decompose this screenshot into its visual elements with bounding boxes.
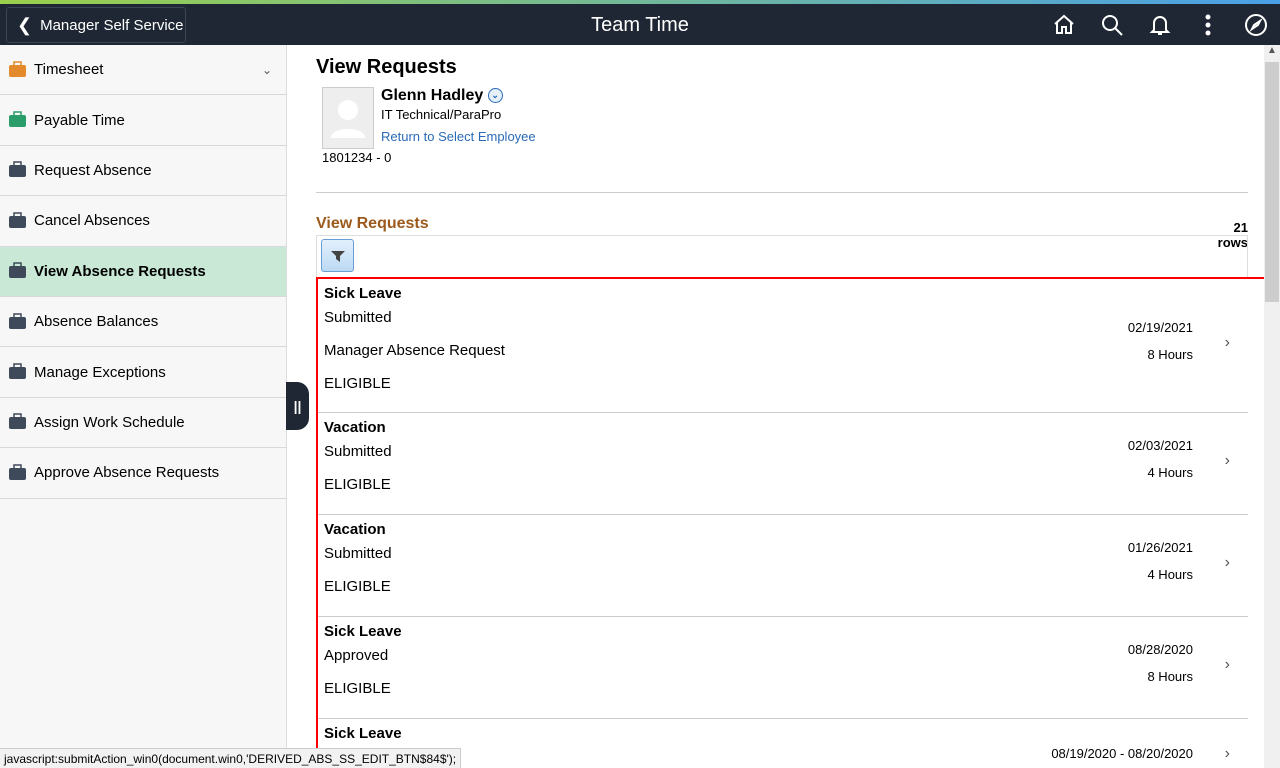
request-status: Submitted	[324, 309, 392, 326]
sidebar: Timesheet ⌄ Payable Time Request Absence Can…	[0, 45, 287, 768]
payable-time-icon	[8, 111, 28, 129]
briefcase-balance-icon	[8, 312, 28, 331]
sidebar-item-label: Assign Work Schedule	[34, 413, 185, 431]
request-date: 08/19/2020 - 08/20/2020	[1051, 746, 1193, 761]
section-title: View Requests	[316, 215, 429, 232]
request-row[interactable]: Vacation Submitted ELIGIBLE 01/26/2021 4 Hou…	[318, 515, 1248, 617]
request-type: Sick Leave	[324, 725, 402, 742]
scroll-up-icon[interactable]: ▲	[1264, 45, 1280, 61]
request-row[interactable]: Vacation Submitted ELIGIBLE 02/03/2021 4 Hou…	[318, 413, 1248, 515]
request-type: Vacation	[324, 419, 386, 436]
sidebar-item-label: View Absence Requests	[34, 262, 206, 280]
sidebar-item-payable-time[interactable]: Payable Time	[0, 95, 286, 146]
sidebar-item-label: Manage Exceptions	[34, 363, 166, 381]
request-duration: 4 Hours	[1147, 567, 1193, 582]
sidebar-item-label: Cancel Absences	[34, 212, 150, 230]
more-icon[interactable]	[1184, 4, 1232, 45]
chevron-right-icon[interactable]: ›	[1225, 334, 1230, 352]
requests-list: Sick Leave Submitted Manager Absence Reque…	[316, 277, 1280, 766]
chevron-left-icon: ❮	[17, 14, 33, 35]
clock-alert-icon	[8, 363, 28, 381]
header: ❮ Manager Self Service Team Time	[0, 4, 1280, 45]
main-content: View Requests Glenn Hadley ⌄ IT Technica…	[316, 45, 1248, 177]
back-label: Manager Self Service	[40, 16, 184, 34]
employee-name: Glenn Hadley	[381, 87, 484, 104]
scrollbar-thumb[interactable]	[1265, 62, 1279, 302]
sidebar-item-view-absence-requests[interactable]: View Absence Requests	[0, 246, 286, 297]
return-to-select-employee-link[interactable]: Return to Select Employee	[381, 129, 536, 144]
sidebar-item-label: Payable Time	[34, 111, 125, 129]
avatar	[322, 87, 374, 149]
request-type: Vacation	[324, 521, 386, 538]
sidebar-collapse-handle[interactable]: ||	[286, 382, 309, 430]
request-status: Submitted	[324, 545, 392, 562]
request-eligibility: ELIGIBLE	[324, 578, 391, 595]
request-date: 01/26/2021	[1127, 540, 1193, 555]
compass-icon[interactable]	[1232, 4, 1280, 45]
request-type: Sick Leave	[324, 623, 402, 640]
request-eligibility: ELIGIBLE	[324, 476, 391, 493]
request-date: 02/03/2021	[1127, 438, 1193, 453]
sidebar-item-approve-absence-requests[interactable]: Approve Absence Requests	[0, 448, 286, 499]
timesheet-icon	[8, 60, 28, 79]
sidebar-item-label: Timesheet	[34, 61, 104, 79]
sidebar-item-label: Absence Balances	[34, 313, 159, 331]
divider	[316, 192, 1248, 193]
request-source: Manager Absence Request	[324, 342, 505, 359]
sidebar-item-assign-work-schedule[interactable]: Assign Work Schedule	[0, 398, 286, 449]
request-duration: 4 Hours	[1147, 465, 1193, 480]
scrollbar[interactable]: ▲	[1264, 45, 1280, 768]
chevron-right-icon[interactable]: ›	[1225, 745, 1230, 763]
request-type: Sick Leave	[324, 285, 402, 302]
home-icon[interactable]	[1040, 4, 1088, 45]
sidebar-item-request-absence[interactable]: Request Absence	[0, 146, 286, 197]
request-date: 02/19/2021	[1127, 320, 1193, 335]
briefcase-cancel-icon	[8, 212, 28, 230]
status-bar: javascript:submitAction_win0(document.wi…	[0, 748, 462, 768]
schedule-icon	[8, 413, 28, 431]
employee-id: 1801234 - 0	[322, 150, 392, 165]
sidebar-item-timesheet[interactable]: Timesheet ⌄	[0, 45, 286, 96]
sidebar-item-cancel-absences[interactable]: Cancel Absences	[0, 196, 286, 247]
employee-job: IT Technical/ParaPro	[381, 107, 502, 122]
request-row[interactable]: Sick Leave Submitted Manager Absence Reque…	[318, 279, 1248, 413]
sidebar-item-manage-exceptions[interactable]: Manage Exceptions	[0, 347, 286, 398]
sidebar-item-label: Approve Absence Requests	[34, 464, 220, 482]
request-date: 08/28/2020	[1127, 642, 1193, 657]
chevron-down-icon[interactable]: ⌄	[262, 63, 272, 77]
request-status: Approved	[324, 647, 389, 664]
bell-icon[interactable]	[1136, 4, 1184, 45]
page-title: View Requests	[316, 56, 457, 78]
request-eligibility: ELIGIBLE	[324, 375, 391, 392]
chevron-right-icon[interactable]: ›	[1225, 656, 1230, 674]
schedule-icon	[8, 464, 28, 482]
request-row[interactable]: Sick Leave Approved ELIGIBLE 08/28/2020 8 Ho…	[318, 617, 1248, 719]
sidebar-item-absence-balances[interactable]: Absence Balances	[0, 297, 286, 348]
request-duration: 8 Hours	[1147, 669, 1193, 684]
search-icon[interactable]	[1088, 4, 1136, 45]
employee-card: Glenn Hadley ⌄ IT Technical/ParaPro Retu…	[316, 87, 1248, 177]
briefcase-calendar-icon	[8, 262, 28, 280]
back-button[interactable]: ❮ Manager Self Service	[6, 7, 186, 43]
chevron-right-icon[interactable]: ›	[1225, 554, 1230, 572]
briefcase-icon	[8, 161, 28, 179]
filter-icon	[330, 250, 345, 262]
chevron-right-icon[interactable]: ›	[1225, 452, 1230, 470]
filter-button[interactable]	[321, 239, 354, 272]
grid-toolbar	[316, 235, 1248, 277]
request-duration: 8 Hours	[1147, 347, 1193, 362]
chevron-down-icon[interactable]: ⌄	[487, 88, 503, 104]
request-status: Submitted	[324, 443, 392, 460]
request-eligibility: ELIGIBLE	[324, 680, 391, 697]
sidebar-item-label: Request Absence	[34, 161, 152, 179]
